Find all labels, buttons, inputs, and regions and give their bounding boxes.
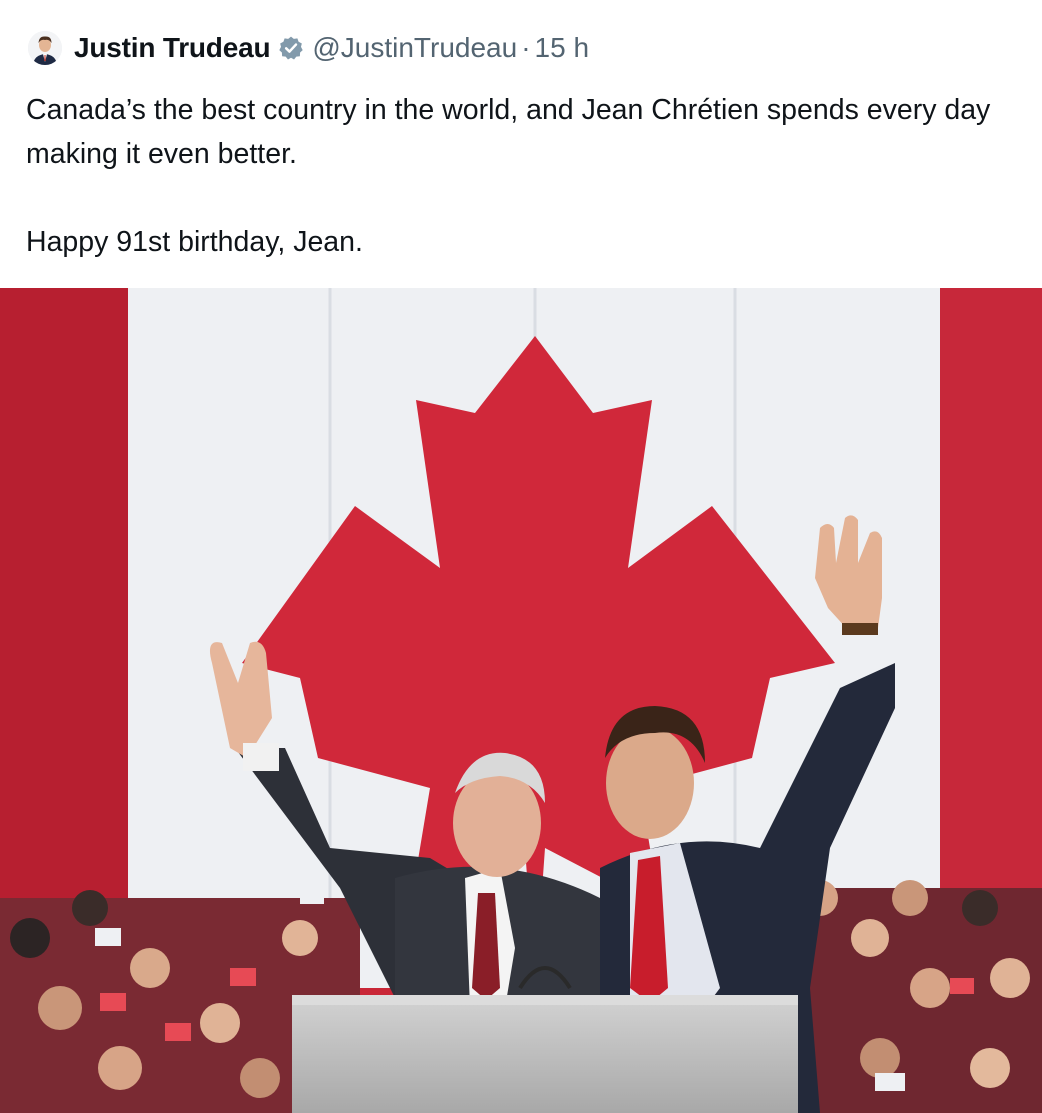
avatar[interactable] <box>28 31 62 65</box>
photo-canvas <box>0 288 1042 1113</box>
tweet-timestamp[interactable]: 15 h <box>535 32 590 64</box>
avatar-portrait-icon <box>28 31 62 65</box>
tweet-author-row: Justin Trudeau @JustinTrudeau · 15 h <box>28 28 589 68</box>
author-handle[interactable]: @JustinTrudeau <box>312 32 517 64</box>
verified-badge-icon <box>278 35 304 61</box>
tweet-text-paragraph-1: Canada’s the best country in the world, … <box>26 94 991 170</box>
meta-separator: · <box>521 32 531 63</box>
tweet-text-paragraph-2: Happy 91st birthday, Jean. <box>26 226 363 258</box>
author-display-name[interactable]: Justin Trudeau <box>74 32 271 64</box>
tweet-card: Justin Trudeau @JustinTrudeau · 15 h Can… <box>0 0 1042 288</box>
tweet-photo[interactable] <box>0 288 1042 1113</box>
tweet-text: Canada’s the best country in the world, … <box>26 88 1026 264</box>
